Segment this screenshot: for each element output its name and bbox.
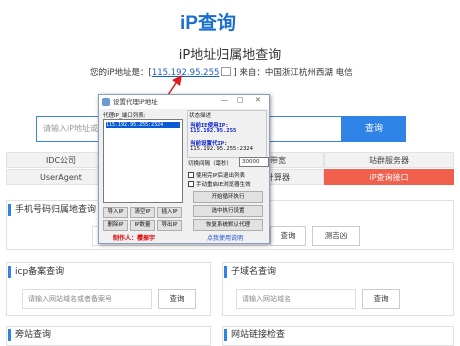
current-ip-value: 115.192.95.255 bbox=[190, 128, 237, 134]
help-link[interactable]: 点我使用说明 bbox=[207, 233, 243, 242]
close-icon[interactable]: ✕ bbox=[255, 96, 261, 104]
checkbox-icon bbox=[188, 181, 194, 187]
minimize-icon[interactable]: — bbox=[221, 96, 228, 104]
author-label: 制作人：樱振宇 bbox=[113, 235, 156, 242]
list-item[interactable]: 115.192.95.255:2324 bbox=[106, 122, 180, 128]
apply-selected-button[interactable]: 选中执行设置 bbox=[193, 205, 263, 217]
start-loop-button[interactable]: 开始循环执行 bbox=[193, 191, 263, 203]
restart-ie-label: 手动重启IE浏览器生效 bbox=[196, 182, 251, 188]
app-icon bbox=[102, 98, 110, 106]
proxy-list-label: 代理IP_端口列表: bbox=[103, 113, 146, 119]
proxy-listbox[interactable]: 115.192.95.255:2324 bbox=[103, 119, 183, 203]
clear-ip-button[interactable]: 清空IP bbox=[130, 207, 155, 218]
insert-ip-button[interactable]: 插入IP bbox=[157, 207, 182, 218]
status-label: 状态描述 bbox=[189, 113, 212, 119]
remove-used-checkbox[interactable]: 使用完IP后退出列表 bbox=[188, 171, 245, 179]
delete-ip-button[interactable]: 删除IP bbox=[103, 220, 128, 231]
remove-used-label: 使用完IP后退出列表 bbox=[196, 173, 245, 179]
export-ip-button[interactable]: 导出IP bbox=[157, 220, 182, 231]
interval-input[interactable]: 30000 bbox=[239, 157, 269, 167]
interval-label: 切换间隔（毫秒） bbox=[188, 161, 233, 167]
restore-default-proxy-button[interactable]: 恢复系统默认代理 bbox=[193, 219, 263, 231]
set-ip-value: 115.192.95.255:2324 bbox=[190, 146, 253, 152]
restart-ie-checkbox[interactable]: 手动重启IE浏览器生效 bbox=[188, 180, 251, 188]
ip-count-button[interactable]: IP数量 bbox=[130, 220, 155, 231]
checkbox-icon bbox=[188, 172, 194, 178]
proxy-settings-dialog: 设置代理iP地址 — □ ✕ 代理IP_端口列表: 115.192.95.255… bbox=[98, 94, 270, 244]
import-ip-button[interactable]: 导入IP bbox=[103, 207, 128, 218]
maximize-icon[interactable]: □ bbox=[237, 96, 244, 104]
